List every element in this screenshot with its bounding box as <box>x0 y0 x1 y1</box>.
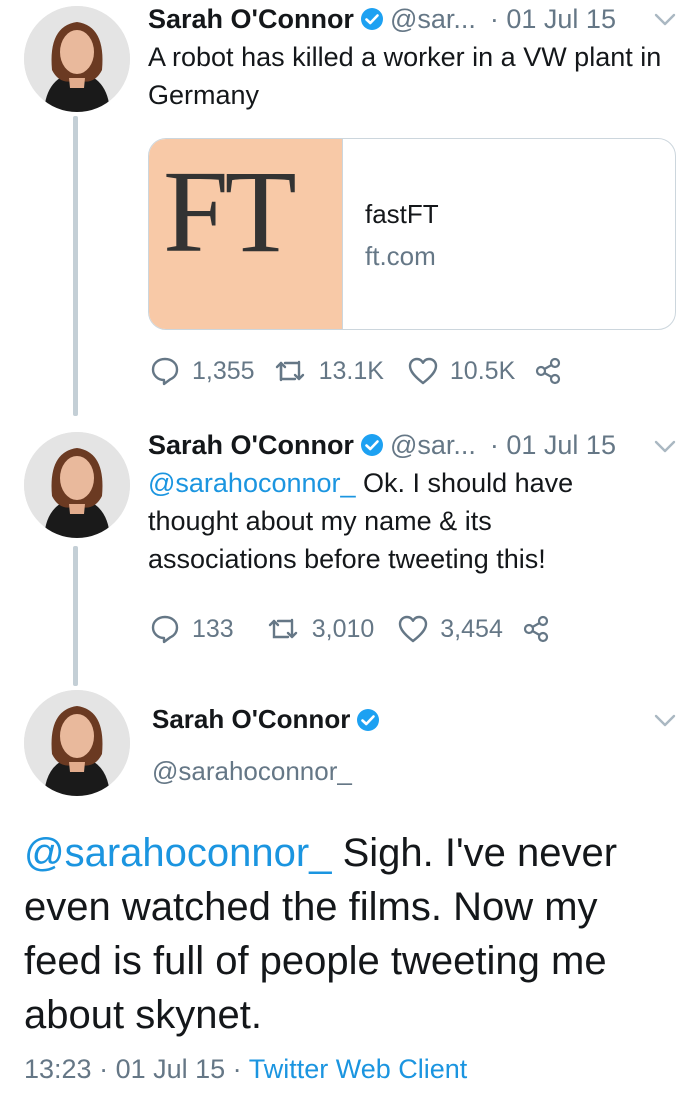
thread-line-2 <box>73 546 78 686</box>
verified-badge-icon <box>360 433 384 457</box>
author-handle[interactable]: @sar... <box>390 2 476 36</box>
tweet-actions: 1,355 13.1K 10.5K <box>150 356 563 386</box>
author-handle[interactable]: @sar... <box>390 428 476 462</box>
mention-link[interactable]: @sarahoconnor_ <box>148 468 356 498</box>
share-icon <box>523 615 548 643</box>
chevron-down-icon[interactable] <box>654 440 676 454</box>
avatar[interactable] <box>24 690 130 796</box>
link-card[interactable]: FT fastFT ft.com <box>148 138 676 330</box>
tweet-date[interactable]: · 01 Jul 15 <box>490 428 616 462</box>
reply-icon <box>151 615 179 644</box>
card-domain: ft.com <box>365 241 436 271</box>
chevron-down-icon[interactable] <box>654 714 676 728</box>
tweet-text: @sarahoconnor_ Ok. I should have thought… <box>148 464 628 578</box>
share-button[interactable] <box>521 614 551 644</box>
retweet-count: 13.1K <box>318 356 384 385</box>
tweet-date: 01 Jul 15 <box>115 1054 226 1084</box>
profile-photo-icon <box>24 690 130 796</box>
heart-icon <box>399 615 428 643</box>
tweet-time: 13:23 <box>24 1054 92 1084</box>
profile-photo-icon <box>24 6 130 112</box>
card-title: fastFT <box>365 199 439 229</box>
tweet-date[interactable]: · 01 Jul 15 <box>490 2 616 36</box>
like-count: 10.5K <box>449 356 516 385</box>
meta-separator: · <box>91 1054 116 1084</box>
main-author-name: Sarah O'Connor <box>152 704 386 735</box>
reply-button[interactable]: 133 <box>150 614 234 644</box>
meta-separator: · <box>225 1054 249 1084</box>
verified-badge-icon <box>356 708 380 732</box>
tweet-text: A robot has killed a worker in a VW plan… <box>148 42 662 110</box>
tweet-header: Sarah O'Connor @sar... · 01 Jul 15 <box>148 2 616 36</box>
verified-badge-icon <box>360 7 384 31</box>
avatar[interactable] <box>24 432 130 538</box>
author-name[interactable]: Sarah O'Connor <box>148 2 354 36</box>
chevron-down-icon[interactable] <box>654 13 676 27</box>
heart-icon <box>408 357 438 385</box>
share-icon <box>536 357 561 385</box>
author-handle[interactable]: @sarahoconnor_ <box>152 756 352 787</box>
retweet-button[interactable]: 13.1K <box>273 357 384 386</box>
reply-icon <box>151 357 179 386</box>
card-thumbnail: FT <box>149 139 343 329</box>
main-tweet-text: @sarahoconnor_ Sigh. I've never even wat… <box>24 826 684 1042</box>
client-link[interactable]: Twitter Web Client <box>249 1054 468 1084</box>
avatar[interactable] <box>24 6 130 112</box>
mention-link[interactable]: @sarahoconnor_ <box>24 831 331 875</box>
reply-count: 133 <box>192 614 234 643</box>
author-name[interactable]: Sarah O'Connor <box>152 704 350 735</box>
thread-line-1 <box>73 116 78 416</box>
like-button[interactable]: 10.5K <box>408 357 515 386</box>
like-button[interactable]: 3,454 <box>398 615 503 644</box>
retweet-icon <box>275 360 304 382</box>
reply-button[interactable]: 1,355 <box>150 356 255 386</box>
tweet-header: Sarah O'Connor @sar... · 01 Jul 15 <box>148 428 616 462</box>
retweet-count: 3,010 <box>311 614 375 643</box>
reply-count: 1,355 <box>192 356 255 385</box>
like-count: 3,454 <box>440 614 503 643</box>
share-button[interactable] <box>533 356 563 386</box>
author-name[interactable]: Sarah O'Connor <box>148 428 354 462</box>
ft-logo: FT <box>163 146 297 277</box>
tweet-actions: 133 3,010 3,454 <box>150 614 551 644</box>
profile-photo-icon <box>24 432 130 538</box>
retweet-button[interactable]: 3,010 <box>266 614 375 644</box>
retweet-icon <box>268 618 297 639</box>
tweet-meta: 13:23 · 01 Jul 15 · Twitter Web Client <box>24 1054 467 1085</box>
